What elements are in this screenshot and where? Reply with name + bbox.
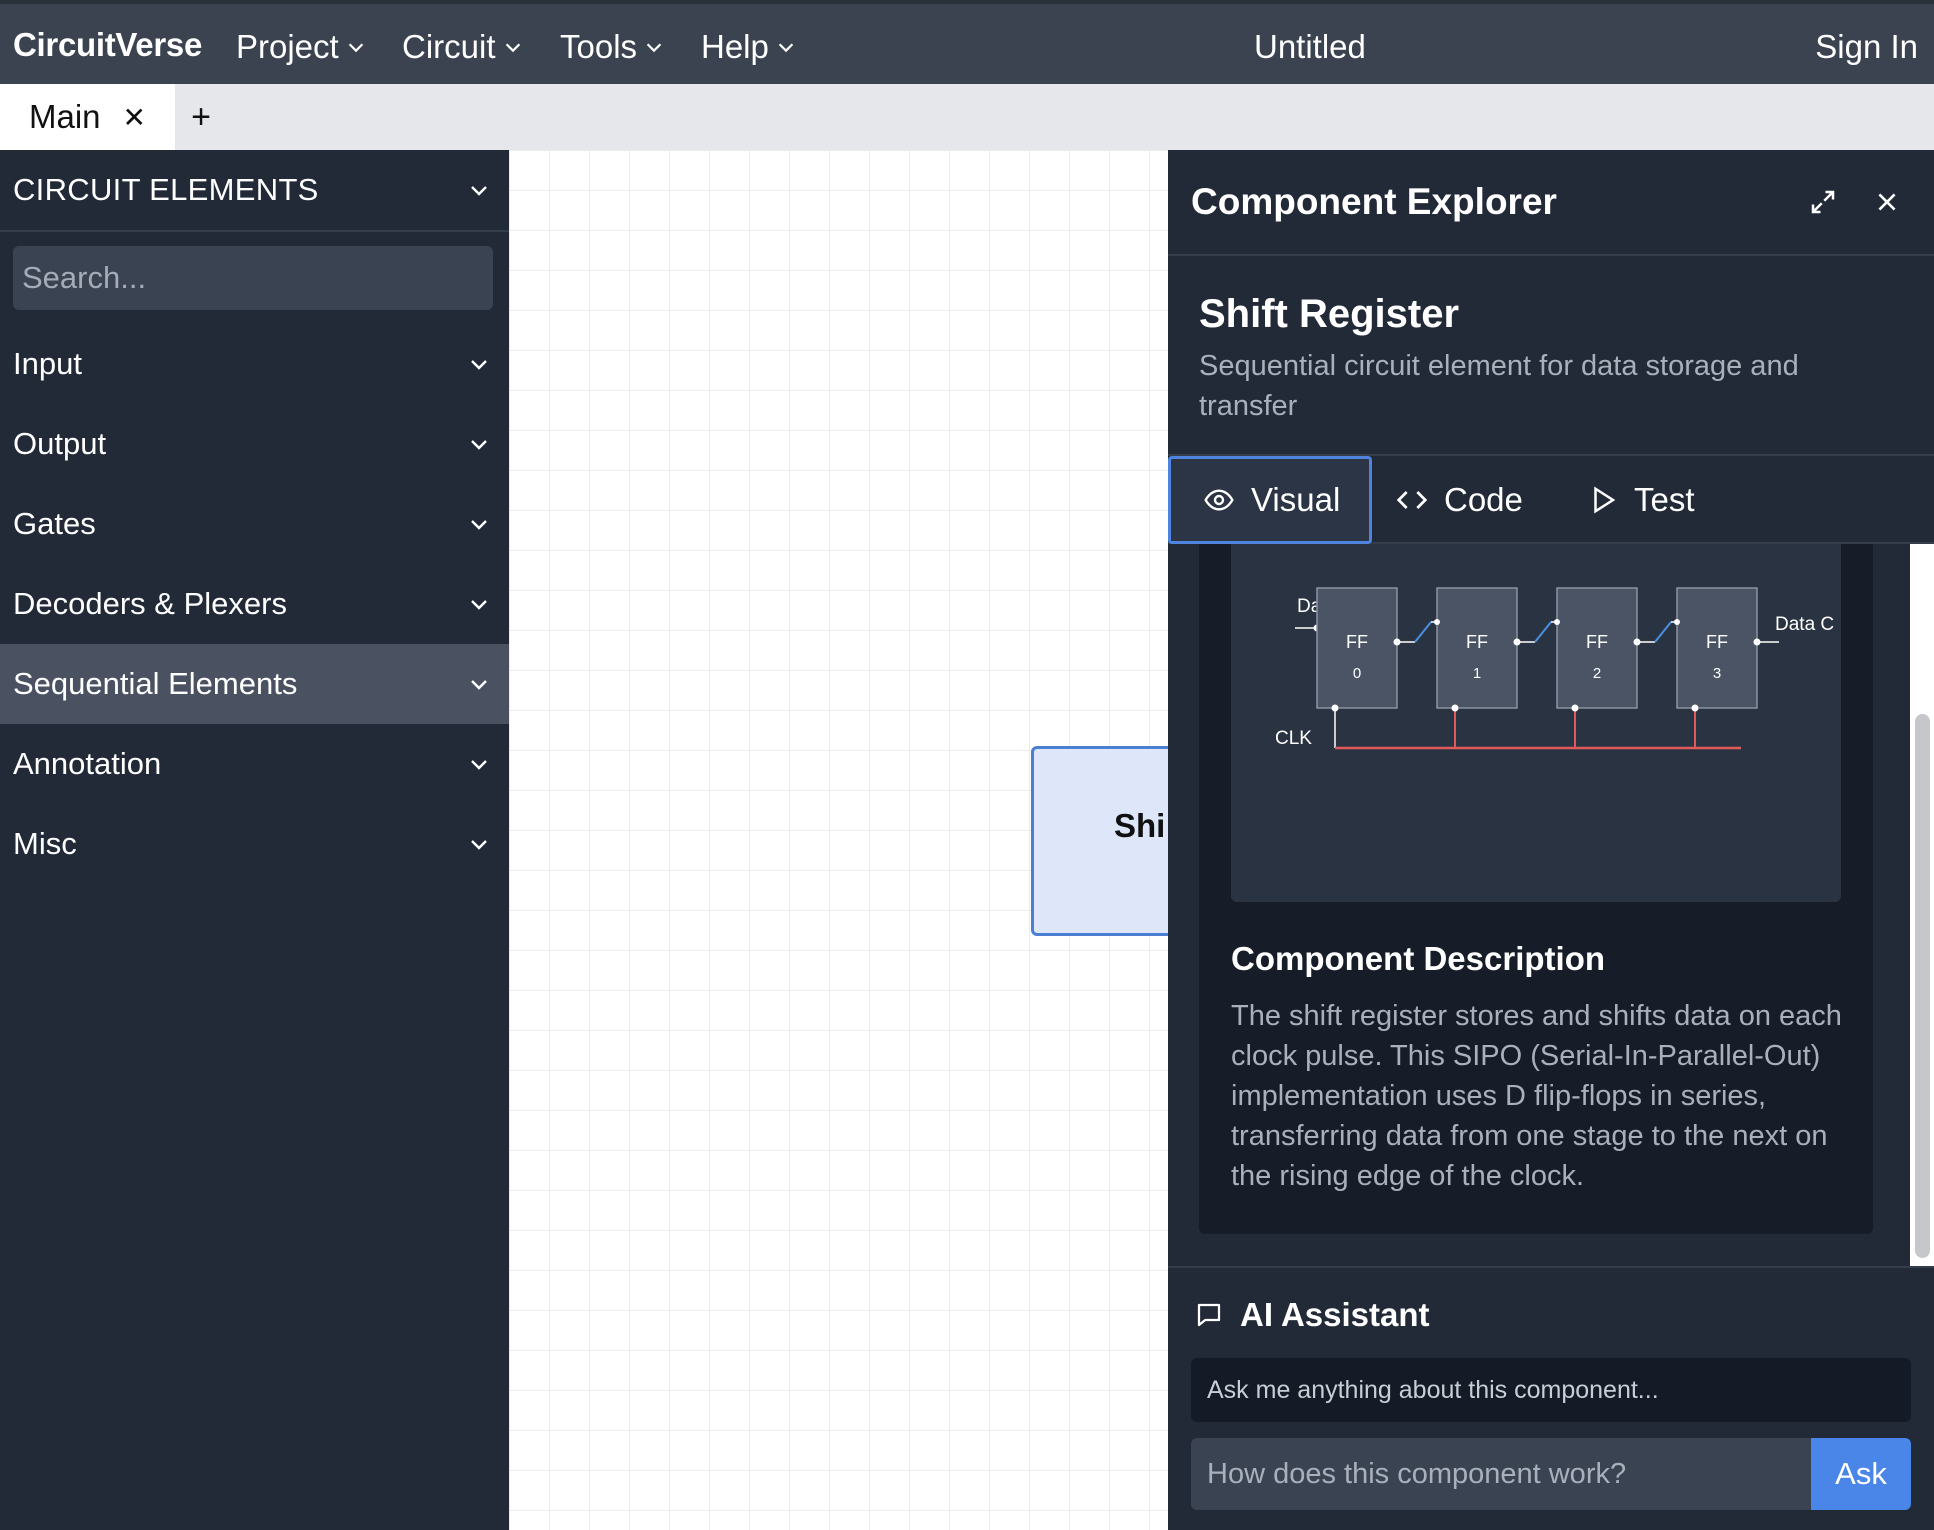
expand-icon[interactable]: [1808, 187, 1838, 217]
component-explorer-panel: Component Explorer Shift Register Sequen…: [1168, 150, 1934, 1530]
chevron-down-icon: [348, 43, 363, 53]
tab-label: Visual: [1251, 481, 1341, 518]
menu-tools-label: Tools: [560, 28, 638, 65]
sidebar-item-input[interactable]: Input: [0, 324, 509, 404]
component-name: Shift Register: [1199, 292, 1460, 336]
chevron-down-icon: [646, 43, 662, 53]
panel-title: Component Explorer: [1191, 181, 1557, 222]
menu-help[interactable]: Help: [701, 28, 797, 66]
circuit-tab-bar: Main ✕ +: [0, 84, 1934, 150]
sidebar-header[interactable]: CIRCUIT ELEMENTS: [0, 150, 509, 232]
scrollbar[interactable]: [1910, 544, 1934, 1266]
explorer-tabs: Visual Code Test: [1168, 454, 1934, 544]
chevron-down-icon: [471, 520, 487, 530]
sidebar-item-label: Output: [13, 426, 107, 461]
brand-logo[interactable]: CircuitVerse: [13, 26, 202, 64]
tab-main-label: Main: [29, 98, 101, 135]
sidebar-item-label: Gates: [13, 506, 96, 541]
chevron-down-icon: [471, 760, 487, 770]
menu-project[interactable]: Project: [236, 28, 367, 66]
explorer-content[interactable]: Data In FF 0 FF 1 FF 2 FF 3: [1168, 544, 1934, 1266]
tab-main[interactable]: Main ✕: [0, 84, 175, 150]
sidebar-item-label: Sequential Elements: [13, 666, 298, 701]
data-out-label: Data C: [1775, 614, 1834, 635]
sidebar-item-decoders-plexers[interactable]: Decoders & Plexers: [0, 564, 509, 644]
diagram-svg: Data In FF 0 FF 1 FF 2 FF 3: [1275, 587, 1834, 750]
ai-message: Ask me anything about this component...: [1191, 1358, 1911, 1422]
ff-label: FF: [1346, 632, 1368, 652]
add-tab-button[interactable]: +: [177, 84, 225, 150]
menu-circuit[interactable]: Circuit: [402, 28, 524, 66]
sidebar-item-sequential-elements[interactable]: Sequential Elements: [0, 644, 509, 724]
sidebar-item-label: Annotation: [13, 746, 162, 781]
eye-icon: [1204, 489, 1234, 511]
sidebar-item-output[interactable]: Output: [0, 404, 509, 484]
ask-button[interactable]: Ask: [1811, 1438, 1911, 1510]
clk-label: CLK: [1275, 728, 1312, 749]
chevron-down-icon: [505, 43, 520, 53]
ai-question-input[interactable]: [1191, 1438, 1811, 1510]
ff-label: FF: [1706, 632, 1728, 652]
description-text: The shift register stores and shifts dat…: [1231, 1000, 1842, 1192]
sidebar-item-label: Input: [13, 346, 82, 381]
visual-card: Data In FF 0 FF 1 FF 2 FF 3: [1199, 544, 1873, 1234]
ff-index: 3: [1713, 665, 1721, 682]
sign-in-link[interactable]: Sign In: [1815, 28, 1918, 66]
chevron-down-icon: [471, 840, 487, 850]
sidebar-item-annotation[interactable]: Annotation: [0, 724, 509, 804]
clock-bus: [1331, 704, 1741, 750]
close-icon[interactable]: ✕: [123, 101, 146, 134]
sidebar-item-label: Misc: [13, 826, 77, 861]
circuit-elements-sidebar: CIRCUIT ELEMENTS Input Output Gates Deco…: [0, 150, 509, 1530]
scrollbar-thumb[interactable]: [1915, 714, 1930, 1258]
top-navbar: CircuitVerse Project Circuit Tools Help …: [0, 0, 1934, 84]
ff-index: 1: [1473, 665, 1481, 682]
chevron-down-icon: [471, 360, 487, 370]
menu-tools[interactable]: Tools: [560, 28, 665, 66]
panel-header: Component Explorer: [1168, 150, 1934, 256]
code-icon: [1396, 491, 1428, 509]
ai-assistant-title: AI Assistant: [1240, 1296, 1430, 1333]
chevron-down-icon: [778, 43, 794, 53]
chevron-down-icon: [471, 600, 487, 610]
menu-help-label: Help: [701, 28, 769, 65]
tab-label: Code: [1444, 481, 1523, 518]
tab-code[interactable]: Code: [1396, 456, 1523, 544]
circuit-canvas[interactable]: Shi: [509, 150, 1168, 1530]
shift-register-component[interactable]: Shi: [1031, 746, 1168, 936]
ai-assistant-header: AI Assistant: [1194, 1296, 1430, 1334]
sidebar-item-gates[interactable]: Gates: [0, 484, 509, 564]
ai-assistant-section: AI Assistant Ask me anything about this …: [1168, 1266, 1934, 1530]
menu-circuit-label: Circuit: [402, 28, 496, 65]
search-input[interactable]: [13, 246, 493, 310]
sidebar-title: CIRCUIT ELEMENTS: [13, 172, 319, 207]
ff-index: 0: [1353, 665, 1361, 682]
sidebar-item-label: Decoders & Plexers: [13, 586, 287, 621]
tab-visual[interactable]: Visual: [1168, 456, 1372, 544]
close-icon[interactable]: [1874, 189, 1900, 215]
play-icon: [1594, 486, 1616, 514]
chevron-down-icon: [471, 186, 487, 196]
tab-test[interactable]: Test: [1588, 456, 1695, 544]
description-title: Component Description: [1231, 940, 1606, 977]
chevron-down-icon: [471, 680, 487, 690]
menu-project-label: Project: [236, 28, 339, 65]
component-block-label: Shi: [1114, 807, 1166, 844]
chevron-down-icon: [471, 440, 487, 450]
ff-label: FF: [1466, 632, 1488, 652]
project-title[interactable]: Untitled: [1254, 28, 1366, 66]
chat-icon: [1197, 1303, 1221, 1327]
sidebar-item-misc[interactable]: Misc: [0, 804, 509, 884]
tab-label: Test: [1634, 481, 1695, 518]
ff-label: FF: [1586, 632, 1608, 652]
ff-index: 2: [1593, 665, 1601, 682]
component-subtitle: Sequential circuit element for data stor…: [1199, 350, 1799, 422]
shift-register-diagram: Data In FF 0 FF 1 FF 2 FF 3: [1231, 544, 1841, 902]
